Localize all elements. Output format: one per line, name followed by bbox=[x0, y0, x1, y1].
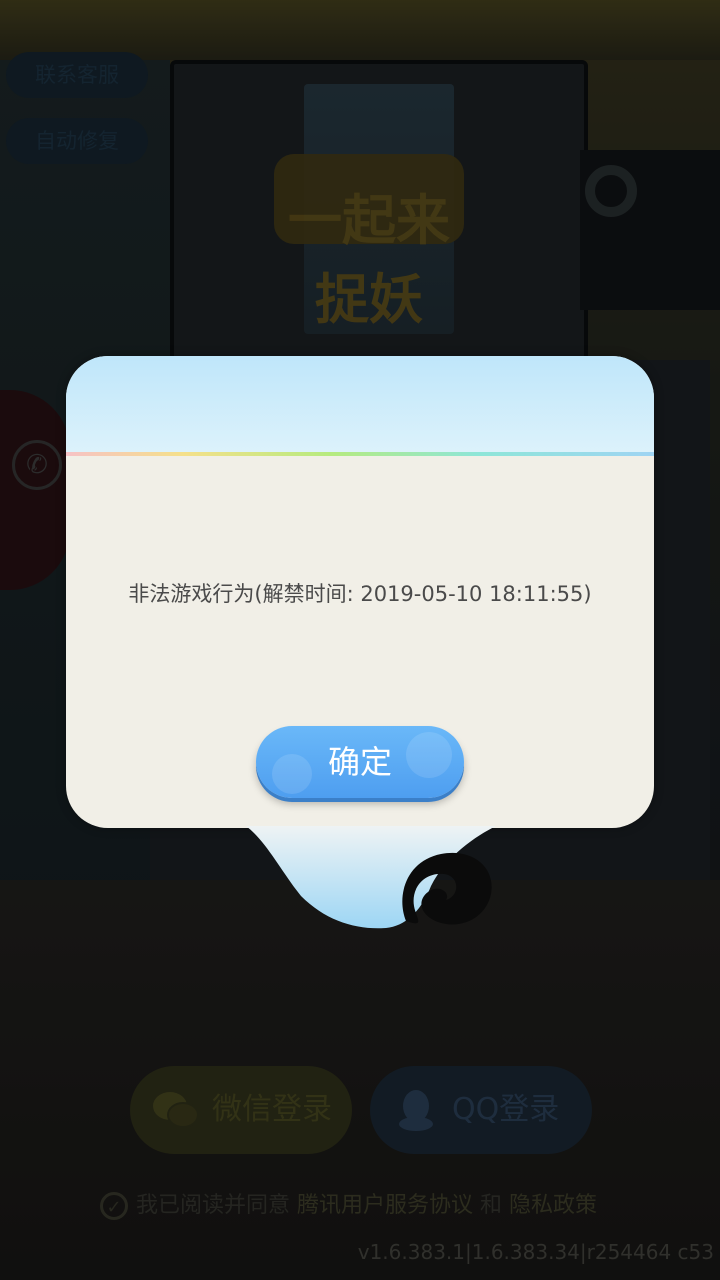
button-decoration bbox=[272, 754, 312, 794]
ban-dialog: 非法游戏行为(解禁时间: 2019-05-10 18:11:55) 确定 bbox=[66, 356, 654, 828]
confirm-label: 确定 bbox=[327, 743, 392, 781]
ban-message: 非法游戏行为(解禁时间: 2019-05-10 18:11:55) bbox=[128, 582, 592, 606]
dialog-header bbox=[66, 356, 654, 452]
screen: 一起来捉妖 ✆ 联系客服 自动修复 微信登录 QQ登录 ✓ 我已阅读并同意 腾讯用… bbox=[0, 0, 720, 1280]
dialog-tail-decoration bbox=[246, 826, 496, 929]
confirm-button[interactable]: 确定 bbox=[256, 726, 464, 798]
dialog-divider bbox=[66, 452, 654, 456]
button-decoration bbox=[406, 732, 452, 778]
